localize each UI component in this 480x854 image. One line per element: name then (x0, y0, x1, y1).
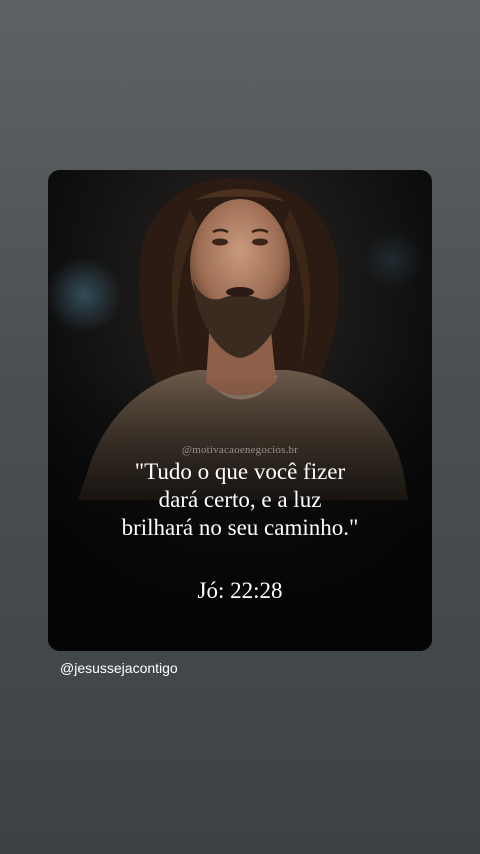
watermark-text: @motivacaoenegocios.br (181, 444, 299, 456)
mention-sticker[interactable]: @jesussejacontigo (60, 660, 178, 676)
quote-line-2: dará certo, e a luz (158, 487, 322, 512)
quote-text: "Tudo o que você fizer dará certo, e a l… (48, 458, 432, 542)
bible-reference: Jó: 22:28 (197, 578, 283, 603)
quote-line-3: brilhará no seu caminho." (121, 515, 359, 540)
post-image-card[interactable]: @motivacaoenegocios.br "Tudo o que você … (48, 170, 432, 651)
quote-line-1: "Tudo o que você fizer (134, 459, 346, 484)
